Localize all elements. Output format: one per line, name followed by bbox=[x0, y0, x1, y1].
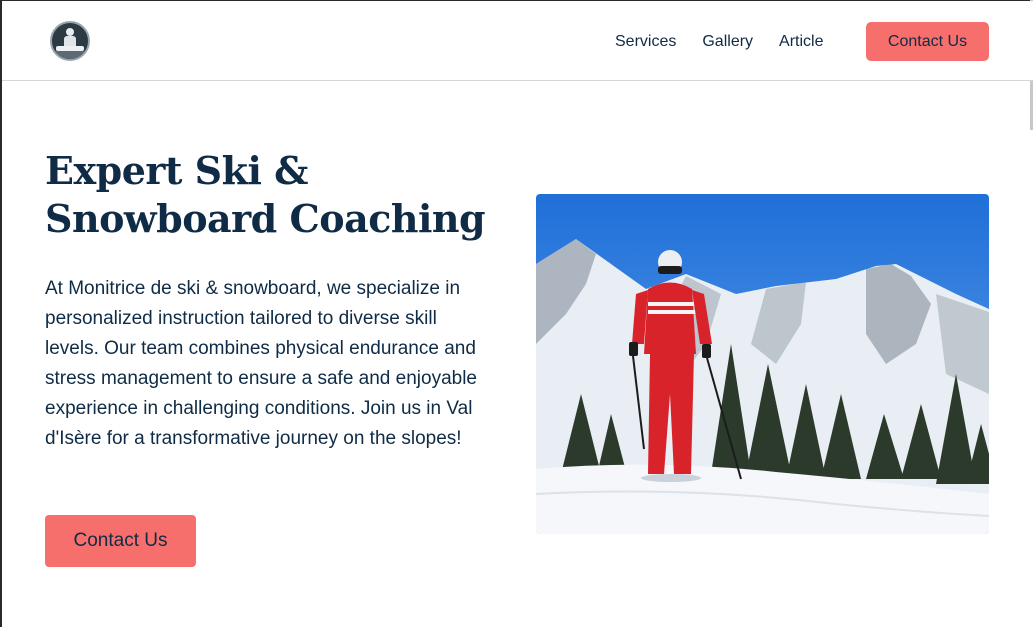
hero-title-line1: Expert Ski & bbox=[45, 148, 308, 193]
window-left-border bbox=[0, 0, 2, 627]
header-contact-button[interactable]: Contact Us bbox=[866, 22, 989, 61]
site-header: Services Gallery Article Contact Us bbox=[2, 1, 1033, 81]
hero-title: Expert Ski & Snowboard Coaching bbox=[45, 147, 515, 243]
hero-title-line2: Snowboard Coaching bbox=[45, 196, 486, 241]
hero-description: At Monitrice de ski & snowboard, we spec… bbox=[45, 278, 477, 449]
main-nav: Services Gallery Article bbox=[615, 32, 850, 52]
hero-image bbox=[536, 194, 989, 534]
hero-contact-button[interactable]: Contact Us bbox=[45, 515, 196, 567]
nav-item-gallery[interactable]: Gallery bbox=[702, 32, 753, 52]
logo-skier-head bbox=[66, 28, 74, 36]
logo-snow bbox=[52, 51, 88, 59]
nav-item-article[interactable]: Article bbox=[779, 32, 823, 52]
nav-item-services[interactable]: Services bbox=[615, 32, 676, 52]
hero-photo-illustration bbox=[536, 194, 989, 534]
logo-icon[interactable] bbox=[50, 21, 90, 61]
